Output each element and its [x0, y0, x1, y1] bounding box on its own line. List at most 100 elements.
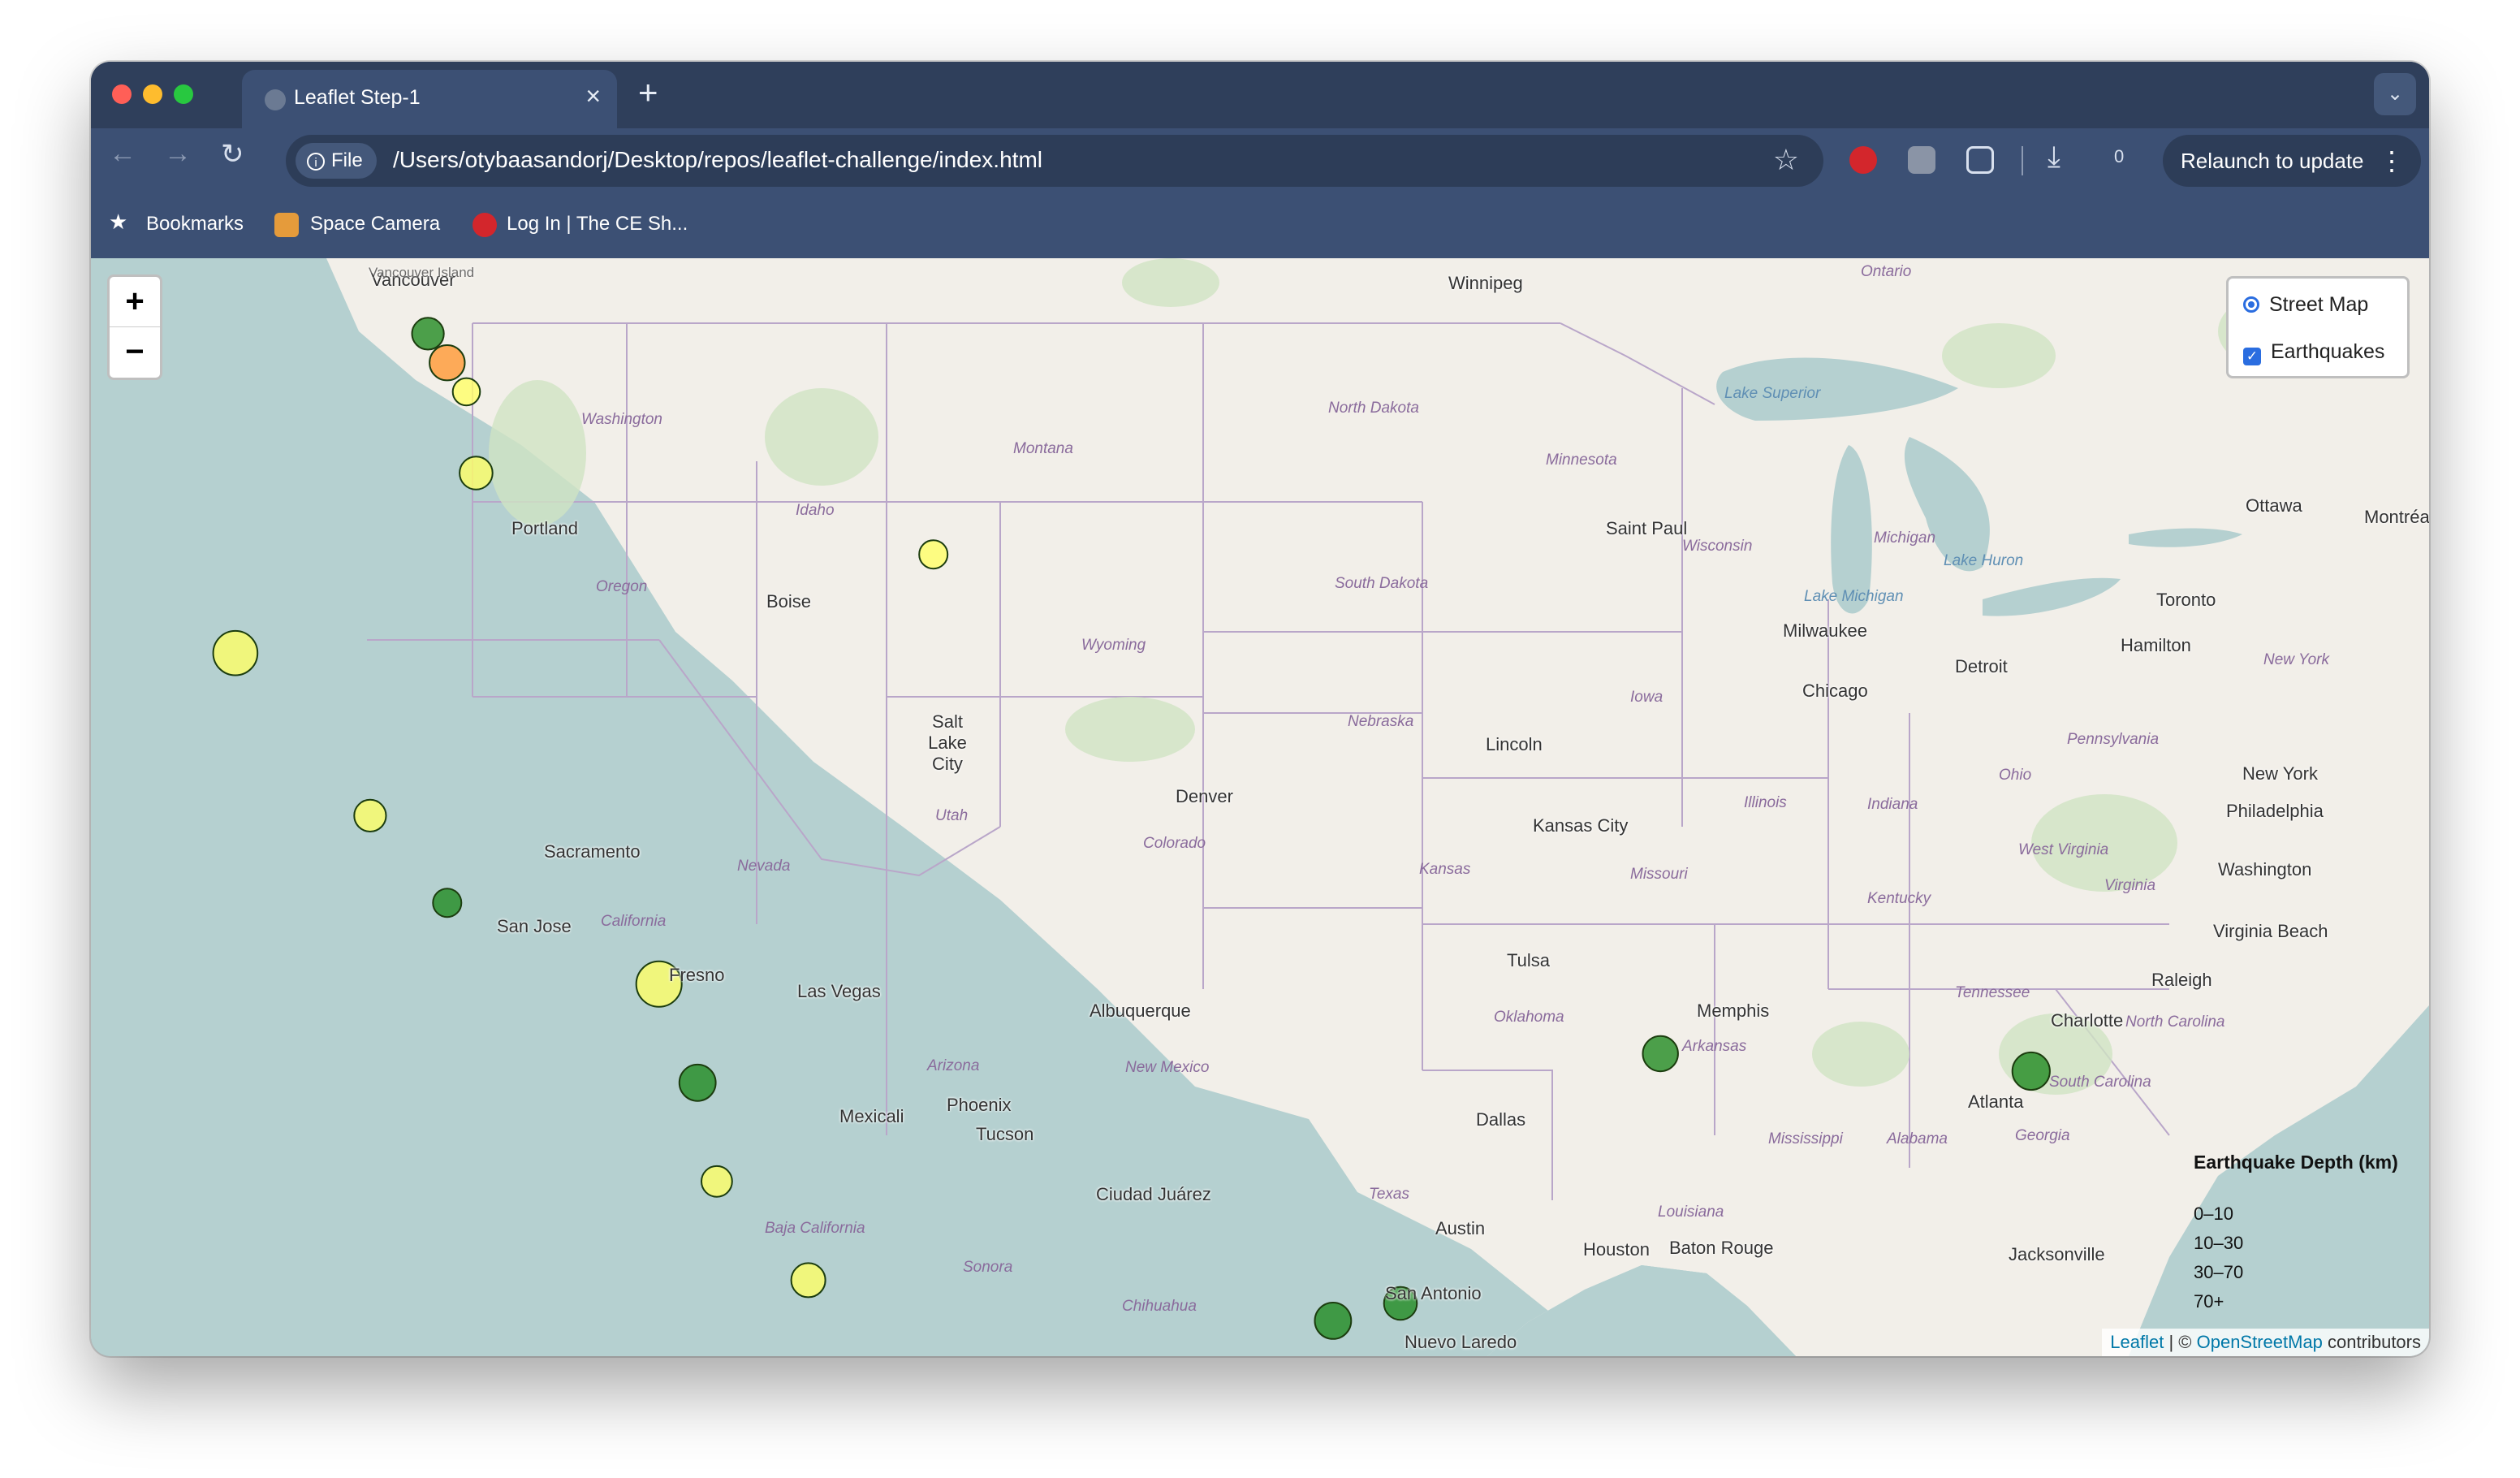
earthquake-marker[interactable]: [1314, 1302, 1353, 1340]
city-label: Salt Lake City: [928, 711, 967, 774]
back-button[interactable]: ←: [109, 138, 136, 170]
state-label: Nebraska: [1348, 713, 1414, 730]
state-label: Virginia: [2104, 877, 2156, 894]
leaflet-link[interactable]: Leaflet: [2110, 1332, 2164, 1352]
city-label: Denver: [1176, 786, 1233, 806]
close-window-button[interactable]: [112, 84, 132, 104]
city-label: Nuevo Laredo: [1405, 1332, 1517, 1352]
state-label: New Mexico: [1125, 1059, 1210, 1076]
earthquake-marker[interactable]: [212, 629, 259, 676]
city-label: Montréal: [2364, 507, 2429, 527]
layer-earthquakes[interactable]: ✓ Earthquakes: [2243, 340, 2384, 365]
earthquake-marker[interactable]: [459, 456, 494, 491]
state-label: Michigan: [1874, 529, 1936, 547]
relaunch-button[interactable]: Relaunch to update ⋮: [2163, 135, 2421, 187]
earthquake-marker[interactable]: [678, 1063, 717, 1102]
bookmark-space-camera[interactable]: Space Camera: [310, 213, 440, 236]
state-label: Illinois: [1744, 794, 1787, 811]
city-label: Mexicali: [839, 1106, 904, 1126]
legend-title: Earthquake Depth (km): [2194, 1152, 2398, 1173]
bookmark-bookmarks[interactable]: Bookmarks: [146, 213, 244, 236]
globe-icon: [265, 89, 286, 110]
city-label: Saint Paul: [1606, 518, 1688, 538]
city-label: New York: [2242, 763, 2318, 784]
earthquake-marker[interactable]: [451, 377, 481, 407]
layer-street-map[interactable]: Street Map: [2243, 293, 2368, 317]
earthquake-marker[interactable]: [432, 888, 463, 918]
city-label: Boise: [766, 591, 812, 612]
city-label: Chicago: [1802, 681, 1868, 701]
extension-shield-icon[interactable]: [1849, 146, 1877, 174]
city-label: Philadelphia: [2226, 801, 2324, 821]
earthquake-marker[interactable]: [701, 1165, 733, 1198]
depth-legend: Earthquake Depth (km) 0–10 10–30 30–70 7…: [2194, 1152, 2413, 1322]
island-label: Vancouver Island: [369, 265, 475, 280]
state-label: Wyoming: [1081, 637, 1146, 654]
download-icon[interactable]: ⤓: [2048, 140, 2060, 175]
city-label: Memphis: [1697, 1000, 1770, 1021]
kebab-menu-icon[interactable]: ⋮: [2379, 135, 2405, 187]
city-label: Milwaukee: [1783, 620, 1867, 641]
tab-leaflet-step-1[interactable]: Leaflet Step-1 ×: [242, 70, 617, 128]
earthquake-marker[interactable]: [1642, 1035, 1679, 1073]
layer-street-map-label: Street Map: [2269, 293, 2369, 316]
extension-k-icon[interactable]: [1908, 146, 1935, 174]
state-label: Indiana: [1867, 796, 1918, 813]
earthquake-marker[interactable]: [790, 1262, 826, 1299]
lake-label: Lake Superior: [1724, 385, 1821, 402]
zoom-control: + −: [107, 274, 162, 380]
state-label: Sonora: [963, 1259, 1013, 1276]
state-label: Wisconsin: [1682, 538, 1753, 555]
new-tab-button[interactable]: +: [638, 73, 658, 112]
minimize-window-button[interactable]: [143, 84, 162, 104]
radio-selected[interactable]: [2243, 296, 2259, 313]
city-label: Jacksonville: [2009, 1244, 2105, 1264]
checkbox-checked[interactable]: ✓: [2243, 348, 2261, 365]
zoom-out-button[interactable]: −: [110, 327, 160, 377]
media-icon: [472, 213, 497, 237]
state-label: Alabama: [1887, 1130, 1948, 1147]
state-label: New York: [2263, 651, 2329, 668]
bookmark-log-in[interactable]: Log In | The CE Sh...: [507, 213, 688, 236]
state-label: Mississippi: [1768, 1130, 1843, 1147]
city-label: Albuquerque: [1090, 1000, 1191, 1021]
state-label: South Carolina: [2049, 1074, 2151, 1091]
zoom-in-button[interactable]: +: [110, 277, 160, 327]
earthquake-marker[interactable]: [429, 344, 466, 382]
layer-earthquakes-label: Earthquakes: [2271, 340, 2385, 363]
zoom-window-button[interactable]: [174, 84, 193, 104]
state-label: Kansas: [1419, 861, 1471, 878]
state-label: Arizona: [927, 1057, 980, 1074]
earthquake-marker[interactable]: [2011, 1051, 2051, 1091]
city-label: Detroit: [1955, 656, 2008, 676]
city-label: Dallas: [1476, 1109, 1526, 1130]
star-icon: ★: [109, 210, 128, 234]
city-label: Baton Rouge: [1669, 1238, 1774, 1258]
reload-button[interactable]: ↻: [221, 138, 244, 171]
city-label: Portland: [511, 518, 578, 538]
chevron-down-icon[interactable]: ⌄: [2374, 73, 2416, 115]
url-text[interactable]: /Users/otybaasandorj/Desktop/repos/leafl…: [393, 147, 1042, 173]
city-label: Atlanta: [1968, 1091, 2024, 1112]
site-info-chip[interactable]: i File: [296, 143, 377, 179]
forward-button[interactable]: →: [164, 138, 192, 170]
address-bar[interactable]: i File /Users/otybaasandorj/Desktop/repos…: [286, 135, 1823, 187]
puzzle-icon[interactable]: [1966, 146, 1994, 174]
earthquake-marker[interactable]: [918, 539, 949, 570]
city-label: Virginia Beach: [2213, 921, 2328, 941]
tab-close-icon[interactable]: ×: [585, 81, 601, 111]
earthquake-marker[interactable]: [353, 798, 387, 833]
osm-link[interactable]: OpenStreetMap: [2197, 1332, 2323, 1352]
city-label: Houston: [1583, 1239, 1650, 1260]
legend-item: 70+: [2194, 1291, 2224, 1312]
city-label: Ciudad Juárez: [1096, 1184, 1211, 1204]
legend-item: 10–30: [2194, 1233, 2244, 1253]
map-container[interactable]: Vancouver Vancouver Island Winnipeg Onta…: [91, 258, 2429, 1356]
photo-icon: [274, 213, 299, 237]
city-label: San Jose: [497, 916, 572, 936]
bookmark-star-icon[interactable]: ☆: [1773, 143, 1799, 177]
basemap: [91, 258, 2429, 1356]
legend-item: 30–70: [2194, 1262, 2244, 1282]
city-label: Kansas City: [1533, 815, 1629, 836]
earthquake-marker[interactable]: [411, 317, 445, 351]
